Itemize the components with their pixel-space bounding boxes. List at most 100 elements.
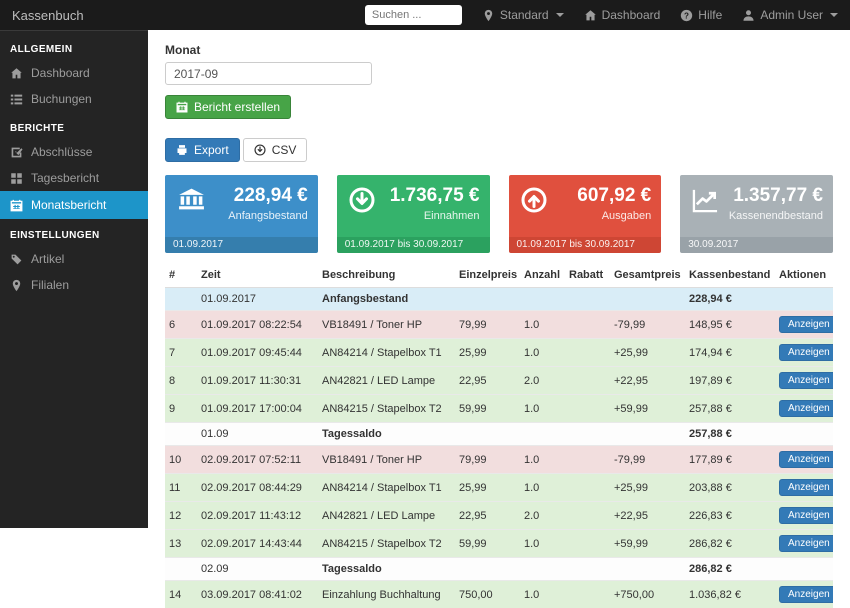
create-report-button[interactable]: Bericht erstellen: [165, 95, 291, 119]
anzeigen-button[interactable]: Anzeigen: [779, 400, 833, 417]
sidebar-item-label: Monatsbericht: [31, 198, 106, 212]
table-row: 1202.09.2017 11:43:12AN42821 / LED Lampe…: [165, 502, 833, 530]
cell-num: 9: [165, 395, 197, 423]
table-row: 02.09Tagessaldo 286,82 €: [165, 558, 833, 581]
grid-icon: [10, 172, 23, 185]
nav-item-label: Dashboard: [602, 8, 661, 22]
calendar-icon: [176, 101, 188, 113]
sidebar-item-monatsbericht[interactable]: Monatsbericht: [0, 191, 148, 219]
cell-anzahl: 1.0: [520, 581, 565, 608]
cell-kassenbestand: 228,94 €: [685, 288, 775, 311]
column-header: Einzelpreis: [455, 265, 520, 288]
cell-anzahl: 1.0: [520, 395, 565, 423]
sidebar-heading-einstellungen: EINSTELLUNGEN: [0, 219, 148, 246]
export-button[interactable]: Export: [165, 138, 240, 162]
sidebar-item-dashboard[interactable]: Dashboard: [0, 60, 148, 86]
sidebar-item-filialen[interactable]: Filialen: [0, 272, 148, 298]
cell-einzelpreis: [455, 288, 520, 311]
app-brand[interactable]: Kassenbuch: [0, 8, 148, 23]
tags-icon: [10, 253, 23, 266]
cell-gesamtpreis: -79,99: [610, 311, 685, 339]
cell-rabatt: [565, 395, 610, 423]
cell-aktionen: Anzeigen: [775, 395, 833, 423]
cell-zeit: 01.09.2017 08:22:54: [197, 311, 318, 339]
csv-button[interactable]: CSV: [243, 138, 308, 162]
cell-einzelpreis: 22,95: [455, 502, 520, 530]
cell-anzahl: [520, 288, 565, 311]
anzeigen-button[interactable]: Anzeigen: [779, 479, 833, 496]
card-anfangsbestand: 228,94 € Anfangsbestand 01.09.2017: [165, 175, 318, 253]
cell-gesamtpreis: +22,95: [610, 502, 685, 530]
nav-item-standard[interactable]: Standard: [482, 8, 564, 22]
cell-rabatt: [565, 288, 610, 311]
cell-num: 13: [165, 530, 197, 558]
user-icon: [742, 9, 755, 22]
cell-gesamtpreis: +750,00: [610, 581, 685, 608]
cell-anzahl: [520, 558, 565, 581]
cell-gesamtpreis: [610, 288, 685, 311]
anzeigen-button[interactable]: Anzeigen: [779, 535, 833, 552]
cell-zeit: 01.09: [197, 423, 318, 446]
anzeigen-button[interactable]: Anzeigen: [779, 586, 833, 603]
cell-beschreibung: Tagessaldo: [318, 558, 455, 581]
cell-gesamtpreis: [610, 423, 685, 446]
card-footer: 01.09.2017: [165, 237, 318, 253]
cell-einzelpreis: 59,99: [455, 395, 520, 423]
column-header: Rabatt: [565, 265, 610, 288]
cell-kassenbestand: 257,88 €: [685, 423, 775, 446]
cell-kassenbestand: 177,89 €: [685, 446, 775, 474]
sidebar-item-label: Tagesbericht: [31, 171, 99, 185]
cell-zeit: 02.09.2017 08:44:29: [197, 474, 318, 502]
column-header: Kassenbestand: [685, 265, 775, 288]
cell-beschreibung: AN42821 / LED Lampe: [318, 502, 455, 530]
anzeigen-button[interactable]: Anzeigen: [779, 372, 833, 389]
cell-anzahl: 1.0: [520, 474, 565, 502]
cell-kassenbestand: 286,82 €: [685, 558, 775, 581]
cell-num: [165, 288, 197, 311]
cell-zeit: 02.09: [197, 558, 318, 581]
anzeigen-button[interactable]: Anzeigen: [779, 507, 833, 524]
month-label: Monat: [165, 43, 833, 57]
month-input[interactable]: [165, 62, 372, 85]
search-input[interactable]: [365, 5, 462, 25]
map-marker-icon: [10, 279, 23, 292]
sidebar-item-artikel[interactable]: Artikel: [0, 246, 148, 272]
cell-gesamtpreis: +59,99: [610, 530, 685, 558]
top-navbar: Kassenbuch Standard Dashboard Hilfe Admi…: [0, 0, 850, 30]
cell-kassenbestand: 148,95 €: [685, 311, 775, 339]
anzeigen-button[interactable]: Anzeigen: [779, 451, 833, 468]
table-header-row: #ZeitBeschreibungEinzelpreisAnzahlRabatt…: [165, 265, 833, 288]
cell-einzelpreis: 79,99: [455, 446, 520, 474]
cell-rabatt: [565, 446, 610, 474]
cell-rabatt: [565, 558, 610, 581]
cell-aktionen: [775, 423, 833, 446]
cell-gesamtpreis: +22,95: [610, 367, 685, 395]
anzeigen-button[interactable]: Anzeigen: [779, 316, 833, 333]
chevron-down-icon: [830, 13, 838, 17]
cell-kassenbestand: 197,89 €: [685, 367, 775, 395]
cell-anzahl: 1.0: [520, 311, 565, 339]
table-row: 01.09Tagessaldo 257,88 €: [165, 423, 833, 446]
map-marker-icon: [482, 9, 495, 22]
sidebar-item-buchungen[interactable]: Buchungen: [0, 86, 148, 112]
cell-aktionen: Anzeigen: [775, 311, 833, 339]
anzeigen-button[interactable]: Anzeigen: [779, 344, 833, 361]
card-kassenendbestand: 1.357,77 € Kassenendbestand 30.09.2017: [680, 175, 833, 253]
cell-kassenbestand: 1.036,82 €: [685, 581, 775, 608]
nav-item-hilfe[interactable]: Hilfe: [680, 8, 722, 22]
sidebar-heading-berichte: BERICHTE: [0, 112, 148, 139]
home-icon: [584, 9, 597, 22]
cell-einzelpreis: 22,95: [455, 367, 520, 395]
create-report-label: Bericht erstellen: [194, 100, 280, 114]
sidebar-item-tagesbericht[interactable]: Tagesbericht: [0, 165, 148, 191]
cell-beschreibung: AN84214 / Stapelbox T1: [318, 474, 455, 502]
cell-kassenbestand: 226,83 €: [685, 502, 775, 530]
nav-item-admin-user[interactable]: Admin User: [742, 8, 838, 22]
cell-rabatt: [565, 311, 610, 339]
cell-beschreibung: Tagessaldo: [318, 423, 455, 446]
sidebar-item-abschluesse[interactable]: Abschlüsse: [0, 139, 148, 165]
nav-item-dashboard[interactable]: Dashboard: [584, 8, 661, 22]
cell-rabatt: [565, 502, 610, 530]
cell-anzahl: 2.0: [520, 502, 565, 530]
cell-kassenbestand: 174,94 €: [685, 339, 775, 367]
